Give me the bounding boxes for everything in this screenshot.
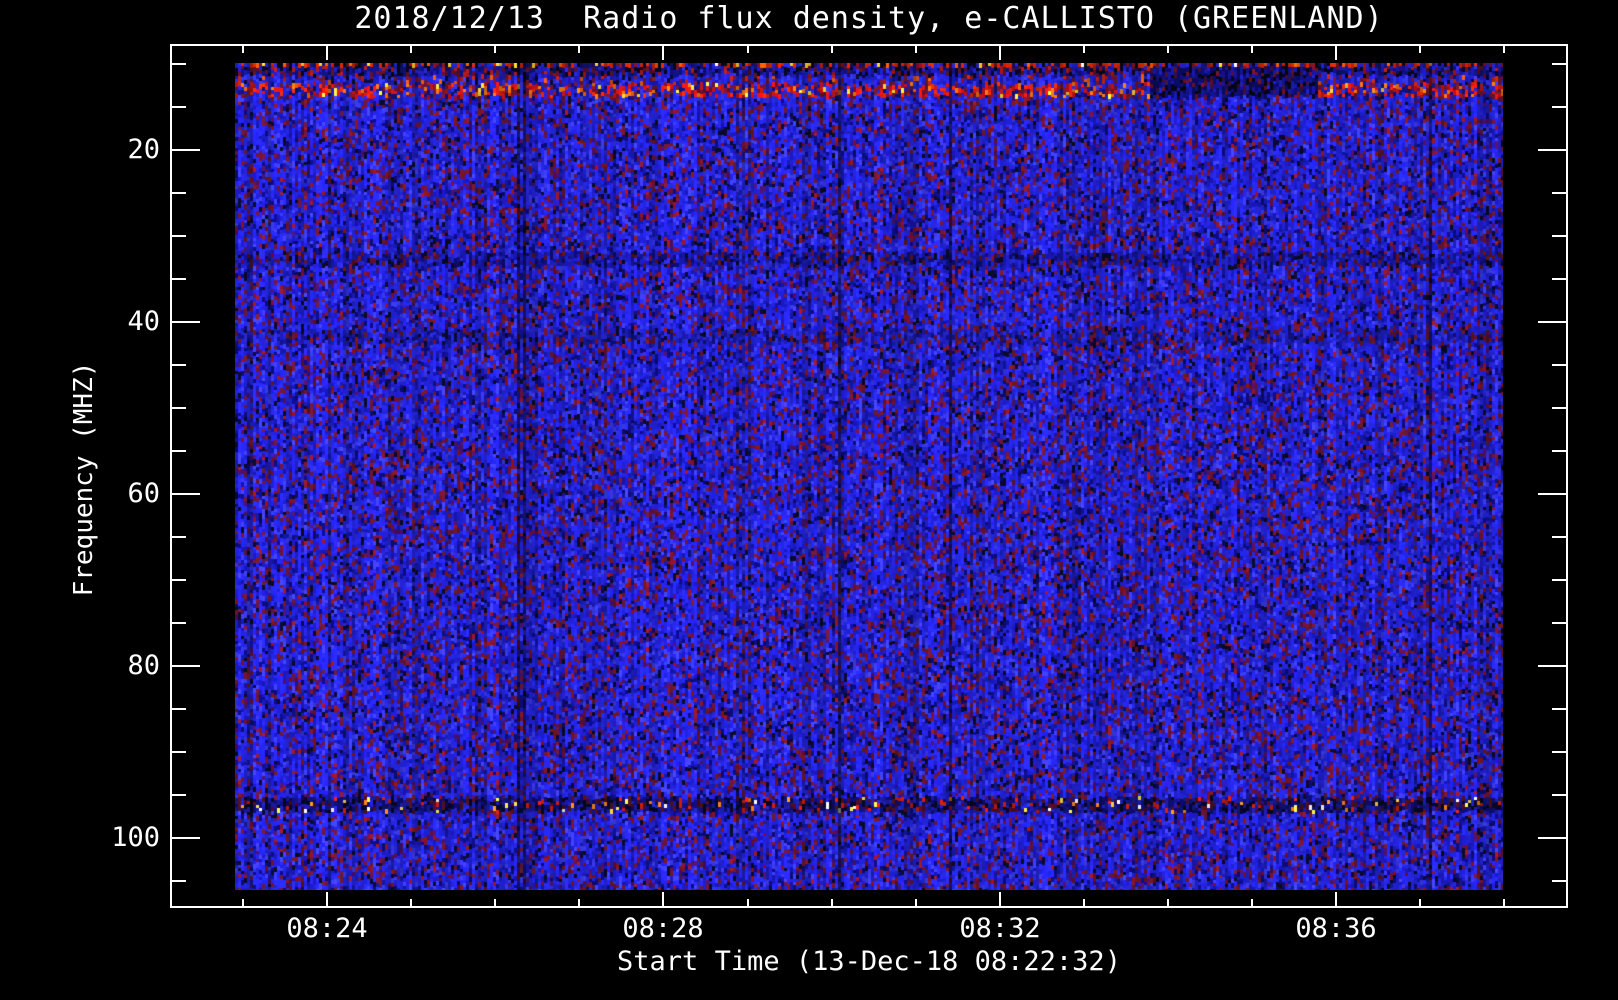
y-minor-tick xyxy=(172,106,186,108)
x-axis-title: Start Time (13-Dec-18 08:22:32) xyxy=(617,946,1121,977)
y-major-tick xyxy=(172,665,200,667)
x-minor-tick xyxy=(831,899,833,906)
y-minor-tick-right xyxy=(1552,536,1566,538)
x-major-tick-top xyxy=(999,46,1001,60)
y-minor-tick xyxy=(172,794,186,796)
y-minor-tick xyxy=(172,407,186,409)
y-major-tick-right xyxy=(1538,149,1566,151)
x-major-tick xyxy=(326,892,328,906)
x-minor-tick-top xyxy=(578,46,580,53)
x-minor-tick-top xyxy=(831,46,833,53)
y-minor-tick-right xyxy=(1552,192,1566,194)
y-minor-tick xyxy=(172,579,186,581)
y-minor-tick-right xyxy=(1552,407,1566,409)
y-minor-tick-right xyxy=(1552,880,1566,882)
x-major-tick xyxy=(662,892,664,906)
page-title: 2018/12/13 Radio flux density, e-CALLIST… xyxy=(354,1,1384,36)
y-minor-tick xyxy=(172,450,186,452)
x-minor-tick-top xyxy=(747,46,749,53)
y-minor-tick-right xyxy=(1552,622,1566,624)
y-major-tick-right xyxy=(1538,321,1566,323)
y-tick-label: 100 xyxy=(111,822,160,853)
y-tick-label: 20 xyxy=(127,134,160,165)
x-minor-tick xyxy=(1083,899,1085,906)
x-major-tick xyxy=(1335,892,1337,906)
x-major-tick xyxy=(999,892,1001,906)
x-minor-tick-top xyxy=(915,46,917,53)
y-minor-tick xyxy=(172,880,186,882)
x-major-tick-top xyxy=(1335,46,1337,60)
y-major-tick-right xyxy=(1538,493,1566,495)
y-minor-tick xyxy=(172,622,186,624)
x-minor-tick xyxy=(1167,899,1169,906)
x-minor-tick xyxy=(494,899,496,906)
y-minor-tick xyxy=(172,536,186,538)
y-minor-tick xyxy=(172,63,186,65)
x-tick-label: 08:28 xyxy=(622,913,704,944)
y-minor-tick xyxy=(172,708,186,710)
x-minor-tick xyxy=(747,899,749,906)
y-minor-tick-right xyxy=(1552,450,1566,452)
y-minor-tick xyxy=(172,364,186,366)
y-minor-tick-right xyxy=(1552,278,1566,280)
x-major-tick-top xyxy=(326,46,328,60)
y-major-tick xyxy=(172,321,200,323)
x-minor-tick xyxy=(242,899,244,906)
x-minor-tick xyxy=(1503,899,1505,906)
spectrogram-page: 2018/12/13 Radio flux density, e-CALLIST… xyxy=(0,0,1618,1000)
y-minor-tick-right xyxy=(1552,794,1566,796)
x-minor-tick-top xyxy=(410,46,412,53)
x-tick-label: 08:36 xyxy=(1295,913,1377,944)
y-axis-title: Frequency (MHZ) xyxy=(69,361,99,597)
y-major-tick xyxy=(172,837,200,839)
x-minor-tick-top xyxy=(1167,46,1169,53)
x-major-tick-top xyxy=(662,46,664,60)
y-minor-tick xyxy=(172,278,186,280)
y-major-tick xyxy=(172,149,200,151)
y-minor-tick-right xyxy=(1552,364,1566,366)
y-tick-label: 40 xyxy=(127,306,160,337)
y-minor-tick-right xyxy=(1552,579,1566,581)
y-minor-tick xyxy=(172,751,186,753)
y-major-tick-right xyxy=(1538,837,1566,839)
y-minor-tick-right xyxy=(1552,235,1566,237)
x-minor-tick xyxy=(1419,899,1421,906)
x-minor-tick xyxy=(1251,899,1253,906)
y-major-tick-right xyxy=(1538,665,1566,667)
plot-frame xyxy=(170,44,1568,908)
x-minor-tick-top xyxy=(242,46,244,53)
x-minor-tick-top xyxy=(1083,46,1085,53)
x-tick-label: 08:32 xyxy=(959,913,1041,944)
x-minor-tick-top xyxy=(1419,46,1421,53)
y-minor-tick xyxy=(172,235,186,237)
y-major-tick xyxy=(172,493,200,495)
x-minor-tick xyxy=(410,899,412,906)
x-tick-label: 08:24 xyxy=(286,913,368,944)
y-minor-tick xyxy=(172,192,186,194)
x-minor-tick-top xyxy=(1251,46,1253,53)
x-minor-tick xyxy=(578,899,580,906)
y-minor-tick-right xyxy=(1552,708,1566,710)
x-minor-tick-top xyxy=(494,46,496,53)
x-minor-tick xyxy=(915,899,917,906)
x-minor-tick-top xyxy=(1503,46,1505,53)
y-tick-label: 60 xyxy=(127,478,160,509)
y-minor-tick-right xyxy=(1552,751,1566,753)
y-minor-tick-right xyxy=(1552,63,1566,65)
y-tick-label: 80 xyxy=(127,650,160,681)
y-minor-tick-right xyxy=(1552,106,1566,108)
